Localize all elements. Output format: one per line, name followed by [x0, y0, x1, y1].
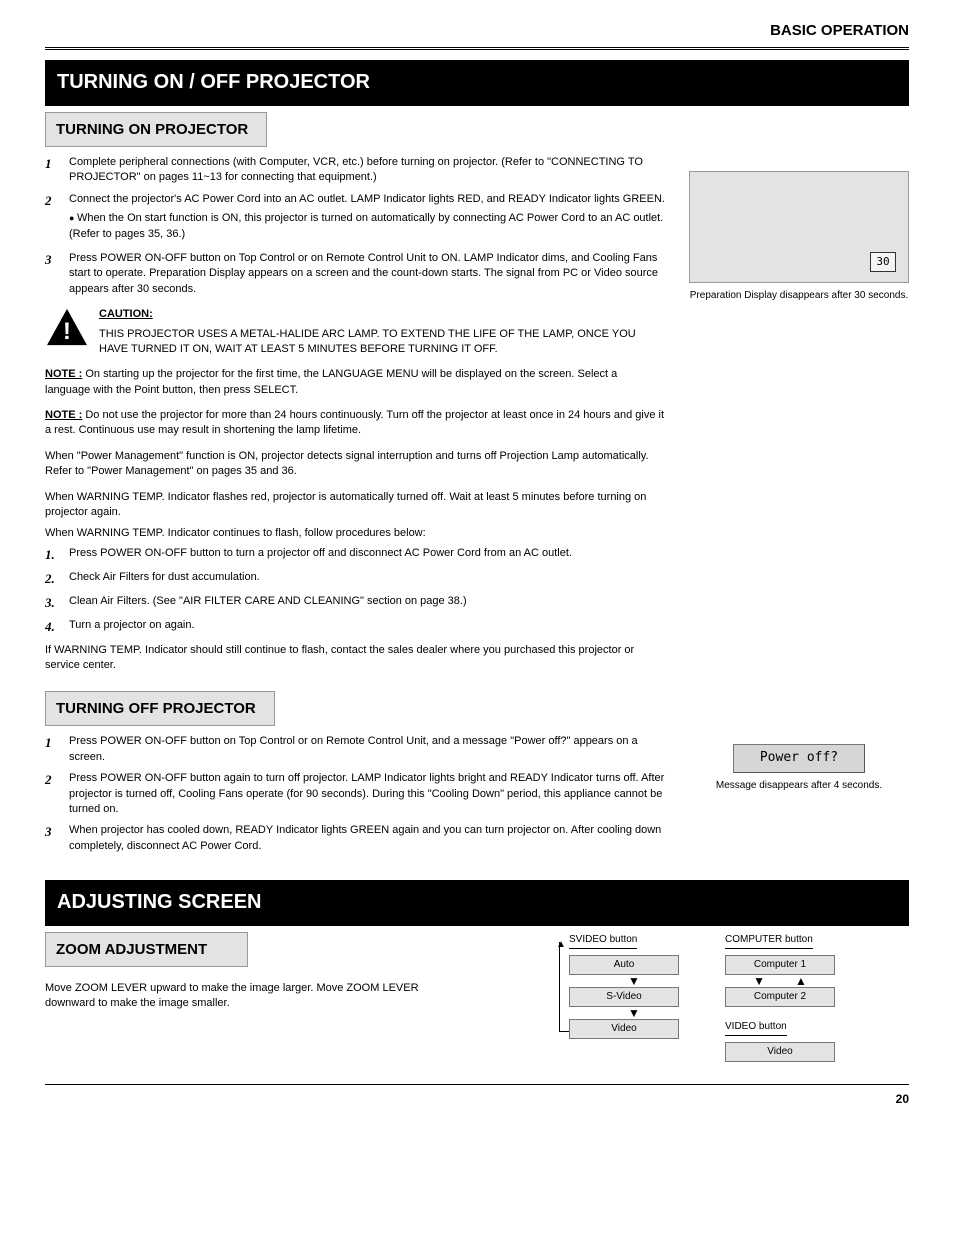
step-text: Complete peripheral connections (with Co… [69, 155, 665, 186]
subheading-turning-off: TURNING OFF PROJECTOR [45, 691, 275, 726]
arrow-up-icon: ▲ [556, 938, 566, 952]
note-text: On starting up the projector for the fir… [45, 368, 617, 395]
diagram-box: Computer 1 [725, 955, 835, 975]
turning-off-steps: 1Press POWER ON-OFF button on Top Contro… [45, 734, 665, 854]
power-management-text: When "Power Management" function is ON, … [45, 449, 665, 480]
step-text: Turn a projector on again. [69, 618, 195, 636]
step-text: Press POWER ON-OFF button again to turn … [69, 771, 665, 817]
power-off-caption: Message disappears after 4 seconds. [689, 779, 909, 793]
note-text: Do not use the projector for more than 2… [45, 409, 664, 436]
countdown-timer: 30 [870, 252, 896, 272]
arrow-down-icon: ▼ [569, 1008, 699, 1018]
preparation-display: 30 [689, 171, 909, 283]
turning-on-steps: 1 Complete peripheral connections (with … [45, 155, 665, 297]
step-text: Clean Air Filters. (See "AIR FILTER CARE… [69, 594, 467, 612]
step-text: Press POWER ON-OFF button on Top Control… [69, 251, 665, 297]
header-rule [45, 47, 909, 50]
section-bar-power: TURNING ON / OFF PROJECTOR [45, 60, 909, 106]
step-text: Press POWER ON-OFF button to turn a proj… [69, 546, 572, 564]
zoom-text: Move ZOOM LEVER upward to make the image… [45, 981, 465, 1012]
step-text: When projector has cooled down, READY In… [69, 823, 665, 854]
warning-temp-text: When WARNING TEMP. Indicator flashes red… [45, 490, 665, 521]
caution-text: THIS PROJECTOR USES A METAL-HALIDE ARC L… [99, 327, 665, 358]
step-number: 2 [45, 192, 59, 245]
arrow-down-icon: ▼ [569, 976, 699, 986]
diagram-box: Video [725, 1042, 835, 1062]
subheading-zoom: ZOOM ADJUSTMENT [45, 932, 248, 967]
video-diagram-title: VIDEO button [725, 1020, 787, 1036]
arrow-up-icon: ▲ [795, 976, 807, 986]
subheading-turning-on: TURNING ON PROJECTOR [45, 112, 267, 147]
breadcrumb: BASIC OPERATION [45, 20, 909, 41]
power-off-dialog: Power off? [733, 744, 865, 772]
svg-text:!: ! [63, 319, 71, 345]
step-text: Check Air Filters for dust accumulation. [69, 570, 260, 588]
note-label: NOTE : [45, 368, 82, 380]
warning-icon: ! [45, 307, 89, 352]
step-number: 1 [45, 155, 59, 186]
diagram-box: Video [569, 1019, 679, 1039]
diagram-box: S-Video [569, 987, 679, 1007]
arrow-down-icon: ▼ [753, 976, 765, 986]
diagram-box: Computer 2 [725, 987, 835, 1007]
caution-title: CAUTION: [99, 307, 665, 322]
section-bar-screen: ADJUSTING SCREEN [45, 880, 909, 926]
computer-diagram-title: COMPUTER button [725, 933, 813, 949]
step-number: 3 [45, 251, 59, 297]
loop-line [559, 942, 569, 1032]
warning-temp-steps: 1.Press POWER ON-OFF button to turn a pr… [45, 546, 665, 637]
page-number: 20 [45, 1084, 909, 1108]
bullet-text: When the On start function is ON, this p… [69, 211, 665, 242]
diagram-box: Auto [569, 955, 679, 975]
svideo-diagram-title: SVIDEO button [569, 933, 637, 949]
warning-temp-tail: If WARNING TEMP. Indicator should still … [45, 643, 665, 674]
step-text: Press POWER ON-OFF button on Top Control… [69, 734, 665, 765]
prep-display-caption: Preparation Display disappears after 30 … [689, 289, 909, 302]
step-text: Connect the projector's AC Power Cord in… [69, 193, 665, 205]
note-label: NOTE : [45, 409, 82, 421]
warning-temp-again: When WARNING TEMP. Indicator continues t… [45, 526, 665, 541]
